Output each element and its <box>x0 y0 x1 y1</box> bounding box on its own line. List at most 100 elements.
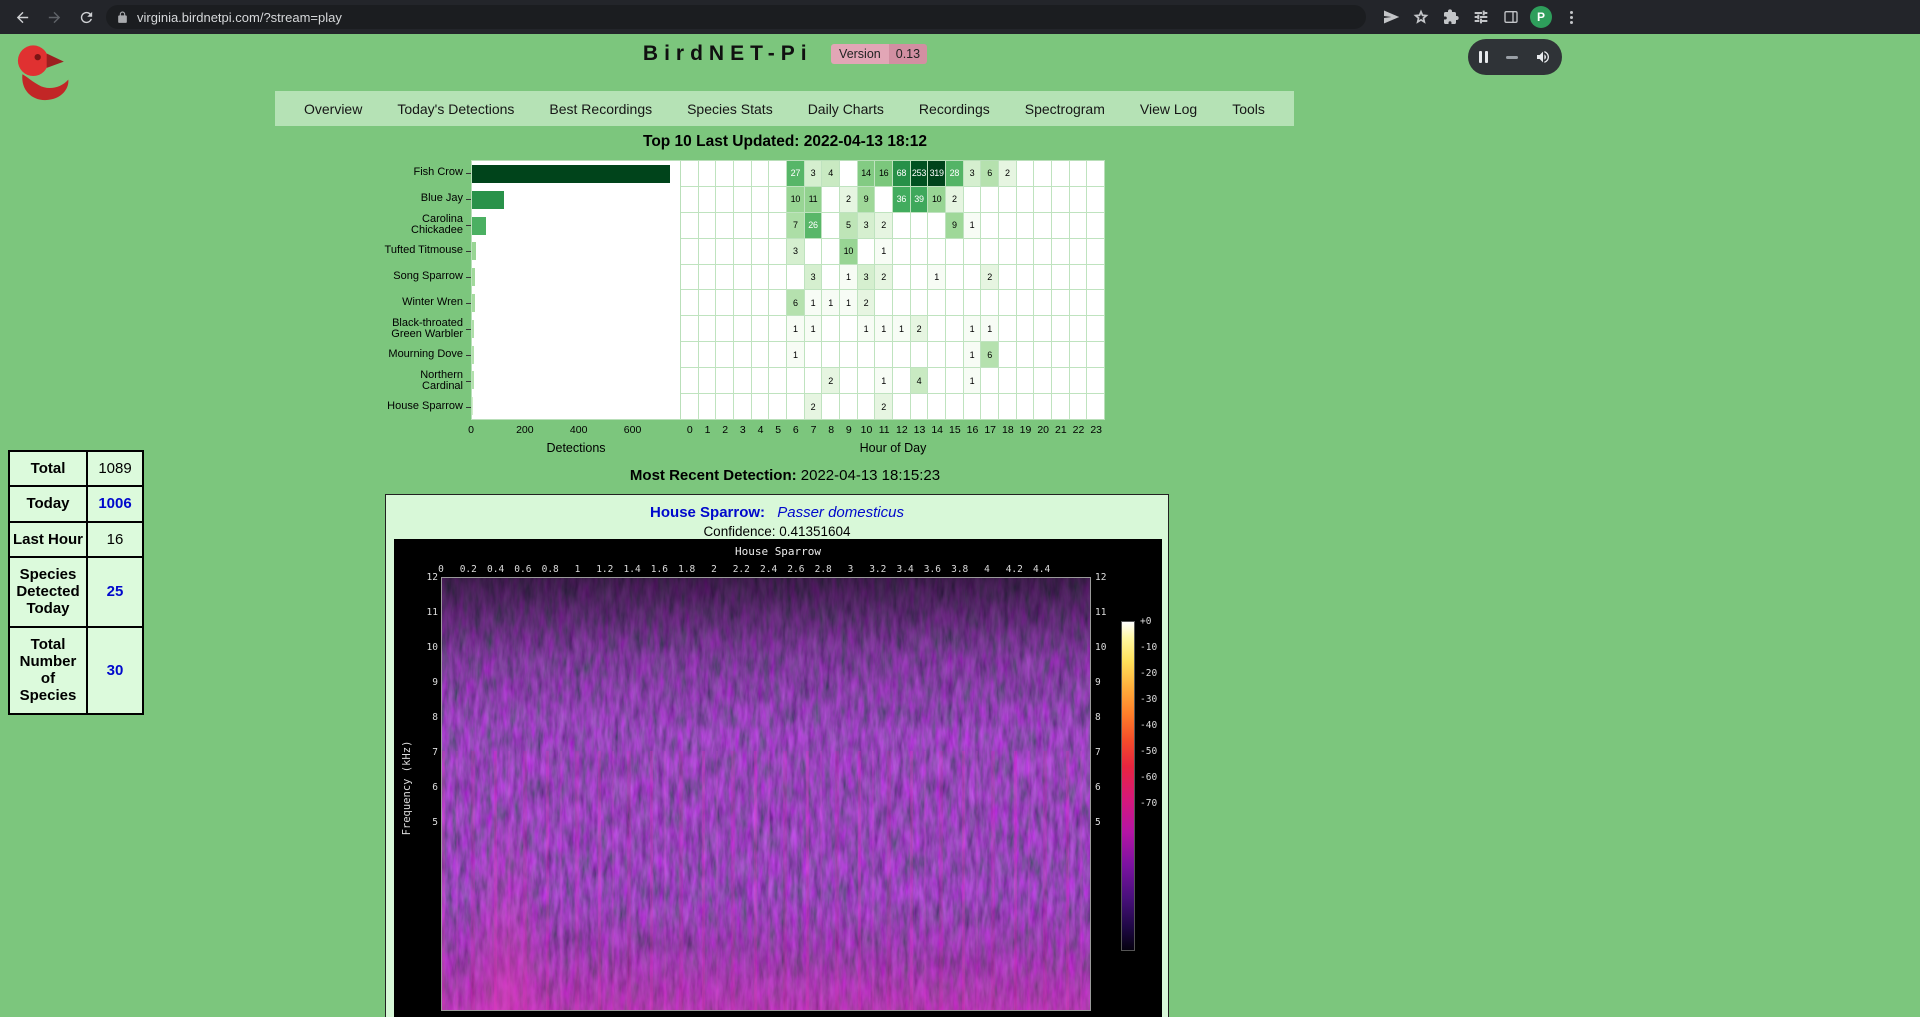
heatmap-cell: 2 <box>875 394 892 419</box>
heatmap-cell <box>875 342 892 367</box>
audio-seek-dash[interactable] <box>1506 56 1518 59</box>
heatmap-cell <box>858 342 875 367</box>
heatmap-cell: 9 <box>858 187 875 212</box>
heatmap-cell: 2 <box>911 316 928 341</box>
volume-icon[interactable] <box>1535 49 1551 65</box>
nav-item-today-s-detections[interactable]: Today's Detections <box>391 101 520 117</box>
heatmap-cell <box>769 187 786 212</box>
bar-row <box>472 238 680 264</box>
heatmap-cell <box>1034 161 1051 186</box>
species-label: Fish Crow <box>331 160 466 186</box>
stat-value[interactable]: 30 <box>87 627 143 714</box>
tune-icon[interactable] <box>1470 6 1492 28</box>
pause-icon[interactable] <box>1479 51 1488 63</box>
address-bar[interactable]: virginia.birdnetpi.com/?stream=play <box>106 5 1366 29</box>
colorbar-tick: +0 <box>1140 616 1170 627</box>
heatmap-cell <box>1087 368 1104 393</box>
heatmap-cell: 2 <box>875 265 892 290</box>
heatmap-cell <box>1052 316 1069 341</box>
lock-icon <box>116 11 129 24</box>
menu-kebab-icon[interactable] <box>1560 6 1582 28</box>
stat-label: Today <box>9 486 87 521</box>
heatmap-cell <box>1052 290 1069 315</box>
heatmap-cell <box>716 316 733 341</box>
stat-value[interactable]: 1006 <box>87 486 143 521</box>
nav-item-species-stats[interactable]: Species Stats <box>681 101 779 117</box>
heatmap-cell: 1 <box>875 368 892 393</box>
heatmap-cell <box>1052 213 1069 238</box>
birdnetpi-page: BirdNET-Pi Version 0.13 OverviewToday's … <box>0 34 1920 1017</box>
heatmap-cell <box>681 265 698 290</box>
heatmap-cell <box>964 290 981 315</box>
heatmap-cell <box>1070 187 1087 212</box>
heatmap-cell <box>1034 239 1051 264</box>
extensions-icon[interactable] <box>1440 6 1462 28</box>
top10-chart: Fish CrowBlue JayCarolina ChickadeeTufte… <box>331 160 1105 460</box>
reload-button[interactable] <box>74 5 98 29</box>
heatmap-cell: 2 <box>875 213 892 238</box>
heatmap-cell <box>981 394 998 419</box>
heatmap-cell <box>699 187 716 212</box>
bar-xtick: 600 <box>624 424 642 436</box>
stat-label: Total Number of Species <box>9 627 87 714</box>
hour-xtick: 10 <box>861 424 873 436</box>
back-icon <box>14 9 31 26</box>
heatmap-cell <box>734 161 751 186</box>
nav-item-view-log[interactable]: View Log <box>1134 101 1203 117</box>
side-panel-icon[interactable] <box>1500 6 1522 28</box>
nav-item-spectrogram[interactable]: Spectrogram <box>1019 101 1111 117</box>
spec-xtick: 3.2 <box>869 564 886 575</box>
detections-bar <box>472 397 473 415</box>
heatmap-cell <box>893 394 910 419</box>
heatmap-cell <box>681 187 698 212</box>
heatmap-cell <box>716 342 733 367</box>
profile-avatar[interactable]: P <box>1530 6 1552 28</box>
nav-item-best-recordings[interactable]: Best Recordings <box>543 101 658 117</box>
spec-xtick: 3 <box>848 564 854 575</box>
nav-item-daily-charts[interactable]: Daily Charts <box>802 101 890 117</box>
reload-icon <box>78 9 95 26</box>
stat-value[interactable]: 25 <box>87 557 143 627</box>
stats-row: Last Hour16 <box>9 522 143 557</box>
spec-xtick: 1.6 <box>651 564 668 575</box>
heatmap-cell <box>1034 187 1051 212</box>
heatmap-cell <box>1087 290 1104 315</box>
heatmap-cell <box>911 265 928 290</box>
forward-button[interactable] <box>42 5 66 29</box>
audio-player[interactable] <box>1468 39 1562 75</box>
spec-ytick-right: 5 <box>1095 817 1115 828</box>
heatmap-cell <box>699 213 716 238</box>
scientific-name-link[interactable]: Passer domesticus <box>777 504 904 521</box>
heatmap-cell <box>752 187 769 212</box>
heatmap-cell: 1 <box>787 342 804 367</box>
bookmark-star-icon[interactable] <box>1410 6 1432 28</box>
species-label: Northern Cardinal <box>331 368 466 394</box>
nav-item-overview[interactable]: Overview <box>298 101 368 117</box>
heatmap-cell <box>769 265 786 290</box>
heatmap-cell: 1 <box>964 213 981 238</box>
nav-item-tools[interactable]: Tools <box>1226 101 1271 117</box>
nav-item-recordings[interactable]: Recordings <box>913 101 996 117</box>
heatmap-cell <box>999 368 1016 393</box>
spec-ytick-right: 9 <box>1095 677 1115 688</box>
hour-xtick: 5 <box>775 424 781 436</box>
spec-xtick: 3.6 <box>924 564 941 575</box>
back-button[interactable] <box>10 5 34 29</box>
heatmap-cell <box>734 265 751 290</box>
heatmap-cell <box>734 316 751 341</box>
stats-table-body: Total1089Today1006Last Hour16Species Det… <box>9 451 143 714</box>
heatmap-cell: 11 <box>805 187 822 212</box>
spec-ytick-right: 6 <box>1095 782 1115 793</box>
heatmap-cell: 3 <box>858 213 875 238</box>
colorbar <box>1121 621 1135 951</box>
version-badge: Version 0.13 <box>831 44 927 64</box>
send-icon[interactable] <box>1380 6 1402 28</box>
hour-xtick: 3 <box>740 424 746 436</box>
heatmap-cell <box>716 368 733 393</box>
heatmap-cell <box>699 316 716 341</box>
hour-xtick: 21 <box>1055 424 1067 436</box>
detections-bar <box>472 242 476 260</box>
bar-xaxis-label: Detections <box>471 441 681 455</box>
spec-ytick-left: 7 <box>418 747 438 758</box>
species-link[interactable]: House Sparrow: <box>650 504 765 521</box>
